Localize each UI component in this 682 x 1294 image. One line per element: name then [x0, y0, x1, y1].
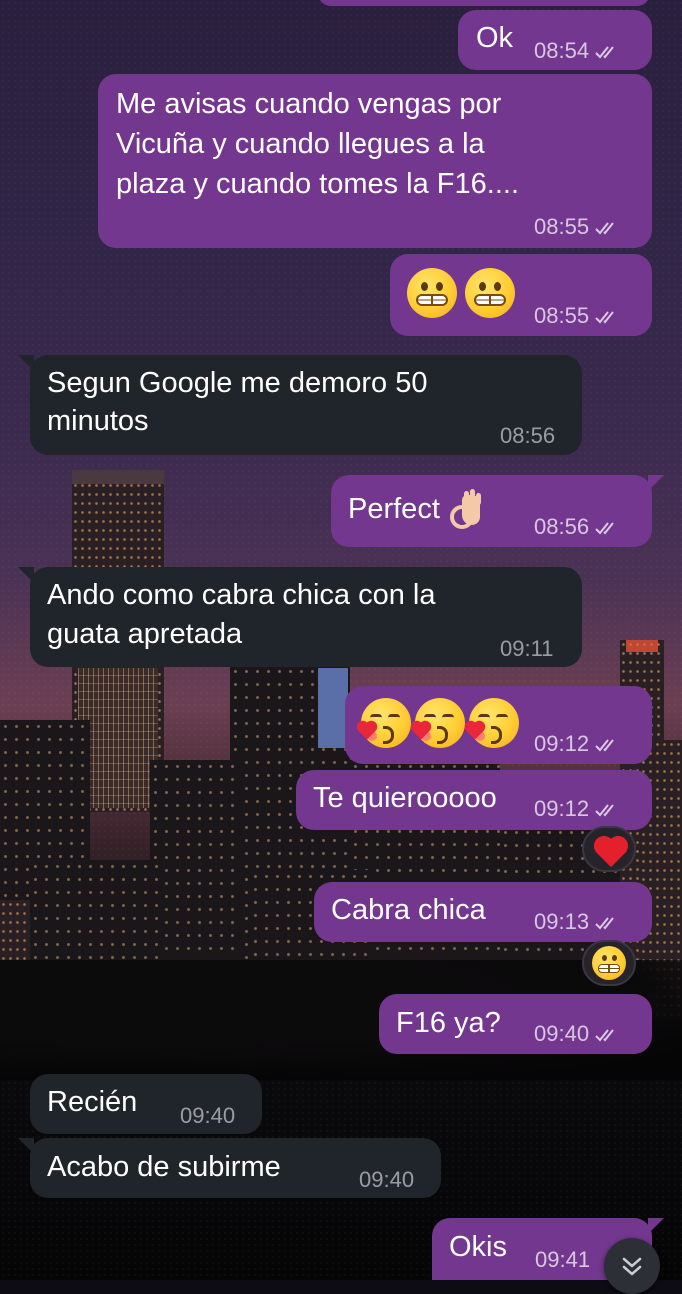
message-time: 09:41 — [535, 1247, 591, 1272]
scroll-to-bottom-button[interactable] — [604, 1238, 660, 1294]
message-text-line: Me avisas cuando vengas por — [116, 88, 502, 120]
red-heart-icon — [596, 838, 626, 868]
double-check-icon — [595, 46, 614, 59]
double-check-icon — [595, 222, 614, 235]
message-meta: 08:56 — [534, 515, 621, 539]
message-bubble[interactable]: Perfect 08:56 — [331, 475, 652, 547]
message-bubble[interactable]: Cabra chica 09:13 — [314, 882, 652, 942]
chevron-double-down-icon — [622, 1257, 642, 1276]
message-bubble[interactable]: Ok 08:54 — [458, 10, 652, 70]
reaction-badge[interactable] — [582, 826, 636, 872]
message-text-value: Perfect — [348, 493, 440, 525]
message-text-line: Vicuña y cuando llegues a la — [116, 128, 485, 160]
message-meta: 08:55 — [534, 215, 621, 239]
bubble-tail — [18, 567, 34, 583]
grimacing-face-icon — [592, 946, 626, 980]
bubble-tail — [648, 1218, 664, 1234]
message-time: 09:12 — [534, 731, 590, 756]
message-text: Acabo de subirme — [47, 1151, 281, 1183]
double-check-icon — [595, 804, 614, 817]
message-meta: 09:40 — [534, 1022, 621, 1046]
message-text: Recién — [47, 1086, 138, 1118]
message-time: 08:54 — [534, 38, 590, 63]
message-text: Te quierooooo — [313, 782, 497, 814]
message-text: Perfect — [348, 489, 486, 530]
message-text-line: Segun Google me demoro 50 — [47, 367, 428, 399]
double-check-icon — [595, 1029, 614, 1042]
face-blowing-kiss-icon — [358, 698, 411, 748]
message-bubble[interactable]: Me avisas cuando vengas por Vicuña y cua… — [98, 74, 652, 248]
message-meta: 09:12 — [534, 732, 621, 756]
message-bubble[interactable]: Ando como cabra chica con la guata apret… — [30, 567, 582, 667]
message-text-line: minutos — [47, 405, 149, 437]
double-check-icon — [595, 522, 614, 535]
face-blowing-kiss-icon — [412, 698, 465, 748]
double-check-icon — [595, 311, 614, 324]
message-bubble[interactable]: 09:12 — [345, 686, 652, 764]
face-blowing-kiss-icon — [466, 698, 519, 748]
message-time: 08:56 — [534, 514, 590, 539]
message-list[interactable]: Ok 08:54 Me avisas cuando vengas por Vic… — [0, 0, 682, 1294]
grimacing-face-icon — [407, 268, 457, 318]
message-time: 08:55 — [534, 303, 590, 328]
message-text-line: Ando como cabra chica con la — [47, 579, 436, 611]
message-bubble[interactable]: Acabo de subirme 09:40 — [30, 1138, 441, 1198]
message-time: 09:40 — [534, 1021, 590, 1046]
message-text: Okis — [449, 1231, 507, 1263]
message-meta: 08:55 — [534, 304, 621, 328]
double-check-icon — [595, 739, 614, 752]
message-time: 08:56 — [500, 423, 556, 448]
message-bubble[interactable]: Segun Google me demoro 50 minutos 08:56 — [30, 355, 582, 455]
double-check-icon — [595, 917, 614, 930]
message-time: 09:12 — [534, 796, 590, 821]
message-meta: 09:12 — [534, 797, 621, 821]
message-bubble[interactable]: Te quierooooo 09:12 — [296, 770, 652, 830]
grimacing-face-icon — [465, 268, 515, 318]
ok-hand-icon — [448, 489, 486, 530]
message-text-line: guata apretada — [47, 618, 243, 650]
message-time: 09:40 — [359, 1167, 415, 1192]
message-text: F16 ya? — [396, 1007, 501, 1039]
bubble-tail — [18, 1138, 34, 1154]
message-bubble[interactable]: 08:55 — [390, 254, 652, 336]
message-text: Ok — [476, 22, 514, 54]
message-text-line: plaza y cuando tomes la F16.... — [116, 168, 519, 200]
message-meta: 09:13 — [534, 910, 621, 934]
message-bubble-cut[interactable] — [318, 0, 650, 6]
message-text: Cabra chica — [331, 894, 486, 926]
message-time: 09:13 — [534, 909, 590, 934]
message-meta: 08:54 — [534, 39, 621, 63]
message-time: 09:11 — [500, 636, 554, 661]
message-bubble[interactable]: Recién 09:40 — [30, 1074, 262, 1134]
message-time: 09:40 — [180, 1103, 236, 1128]
message-bubble[interactable]: F16 ya? 09:40 — [379, 994, 652, 1054]
reaction-badge[interactable] — [582, 940, 636, 986]
message-time: 08:55 — [534, 214, 590, 239]
